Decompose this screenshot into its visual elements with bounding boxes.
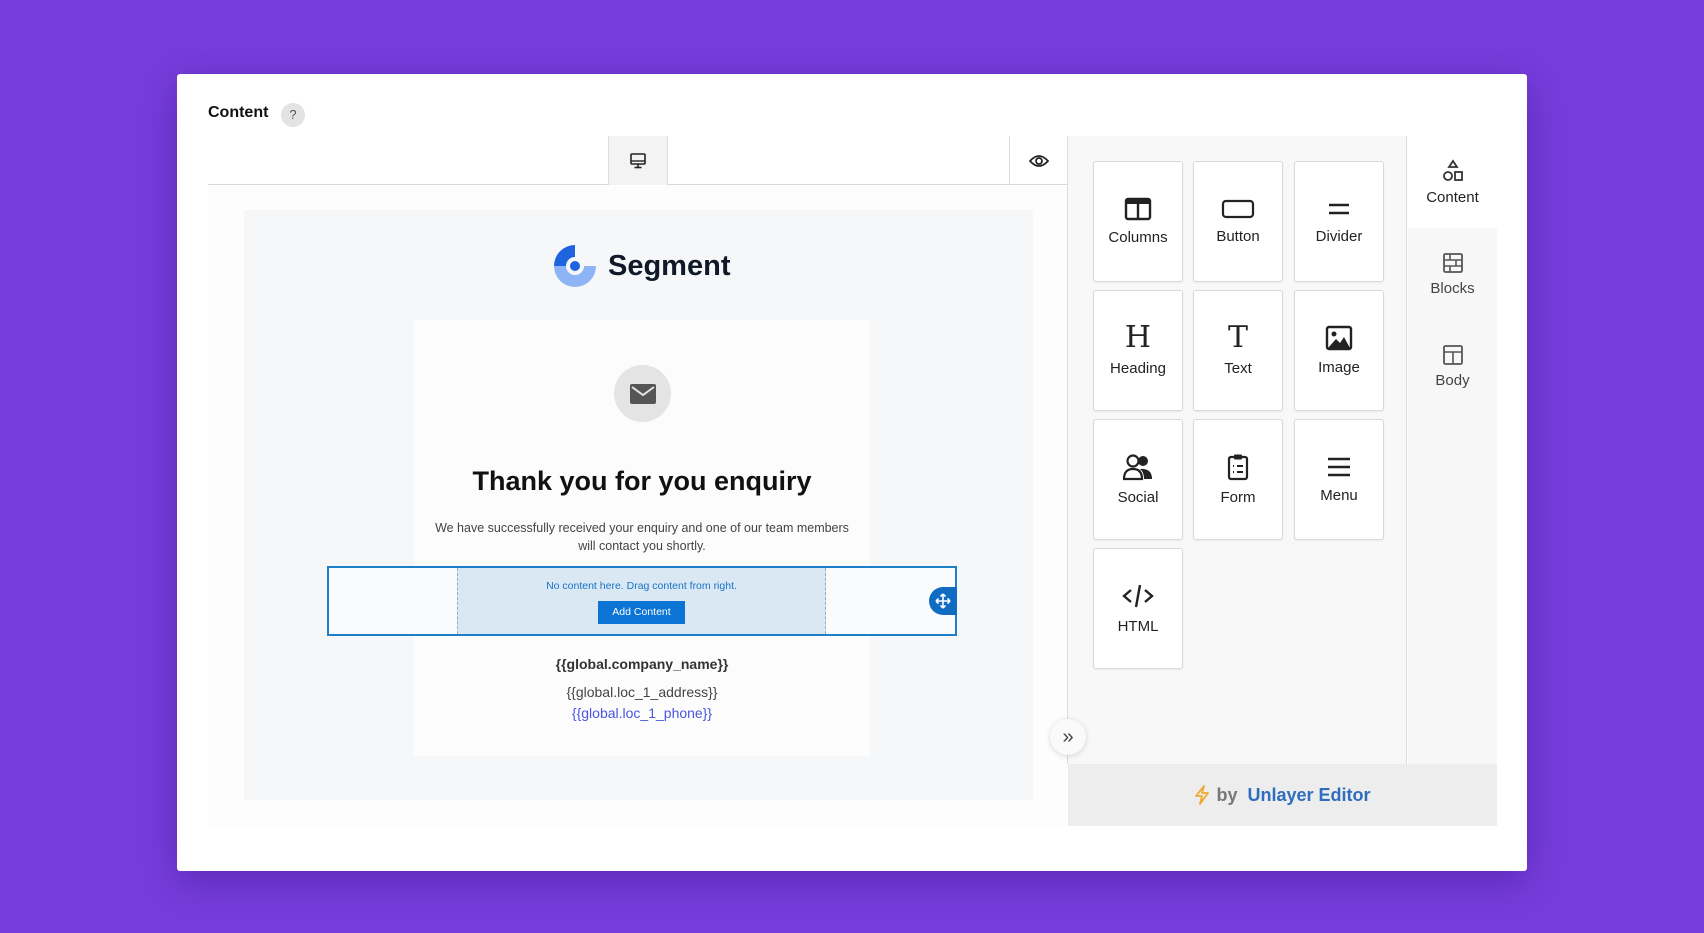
tool-label: Text	[1224, 360, 1252, 377]
lightning-icon	[1195, 785, 1210, 805]
desktop-icon	[630, 152, 646, 168]
move-handle[interactable]	[929, 587, 957, 615]
image-icon	[1325, 325, 1353, 351]
heading-icon: H	[1124, 320, 1152, 355]
company-name[interactable]: {{global.company_name}}	[414, 656, 870, 672]
tool-image[interactable]: Image	[1294, 290, 1384, 411]
logo-text: Segment	[608, 249, 731, 282]
tool-html[interactable]: HTML	[1093, 548, 1183, 669]
form-icon	[1227, 454, 1249, 481]
text-icon: T	[1227, 320, 1248, 355]
tab-blocks[interactable]: Blocks	[1408, 228, 1497, 320]
desktop-view-button[interactable]	[608, 136, 668, 185]
tool-social[interactable]: Social	[1093, 419, 1183, 540]
tool-heading[interactable]: H Heading	[1093, 290, 1183, 411]
envelope-icon	[629, 383, 656, 404]
add-content-button[interactable]: Add Content	[598, 601, 685, 624]
side-tabs: Content Blocks Body	[1408, 136, 1497, 764]
tool-button[interactable]: Button	[1193, 161, 1283, 282]
tools-panel: Columns Button Divider H Heading T Text …	[1067, 136, 1407, 764]
tool-label: Social	[1117, 489, 1159, 506]
powered-by-footer: by Unlayer Editor	[1068, 764, 1497, 826]
divider-icon	[1329, 203, 1349, 215]
tool-label: Heading	[1110, 360, 1166, 377]
html-icon	[1122, 584, 1154, 608]
envelope-badge	[614, 365, 671, 422]
tab-label: Content	[1426, 188, 1479, 206]
social-icon	[1122, 454, 1152, 481]
columns-icon	[1124, 197, 1152, 221]
address[interactable]: {{global.loc_1_address}}	[414, 684, 870, 700]
tool-label: Form	[1220, 489, 1256, 506]
tool-label: Button	[1216, 228, 1260, 245]
tool-columns[interactable]: Columns	[1093, 161, 1183, 282]
button-icon	[1221, 199, 1255, 219]
tool-label: Menu	[1320, 487, 1358, 504]
collapse-panel-button[interactable]: »	[1050, 719, 1086, 755]
tool-text[interactable]: T Text	[1193, 290, 1283, 411]
tool-label: Columns	[1108, 229, 1168, 246]
email-body-text[interactable]: We have successfully received your enqui…	[425, 519, 859, 555]
blocks-icon	[1442, 252, 1463, 273]
tab-label: Blocks	[1430, 279, 1475, 297]
tool-label: HTML	[1117, 618, 1159, 635]
tab-content[interactable]: Content	[1408, 136, 1497, 228]
tab-body[interactable]: Body	[1408, 320, 1497, 412]
segment-logo-icon	[554, 245, 596, 287]
body-layout-icon	[1442, 344, 1463, 365]
shapes-icon	[1442, 158, 1463, 181]
tool-divider[interactable]: Divider	[1294, 161, 1384, 282]
tool-label: Image	[1318, 359, 1360, 376]
tool-label: Divider	[1315, 228, 1363, 245]
double-chevron-right-icon: »	[1062, 725, 1074, 748]
preview-button[interactable]	[1009, 136, 1067, 185]
page-title: Content	[208, 104, 269, 121]
empty-column-message: No content here. Drag content from right…	[546, 580, 737, 592]
eye-icon	[1028, 154, 1049, 167]
by-text: by	[1216, 784, 1238, 805]
logo: Segment	[552, 243, 730, 289]
tab-label: Body	[1435, 371, 1470, 389]
move-icon	[935, 593, 951, 609]
email-heading[interactable]: Thank you for you enquiry	[414, 466, 870, 497]
help-icon[interactable]: ?	[281, 103, 305, 127]
tool-menu[interactable]: Menu	[1294, 419, 1384, 540]
phone-link[interactable]: {{global.loc_1_phone}}	[414, 705, 870, 721]
unlayer-link[interactable]: Unlayer Editor	[1247, 785, 1370, 806]
menu-icon	[1328, 457, 1350, 477]
tool-form[interactable]: Form	[1193, 419, 1283, 540]
